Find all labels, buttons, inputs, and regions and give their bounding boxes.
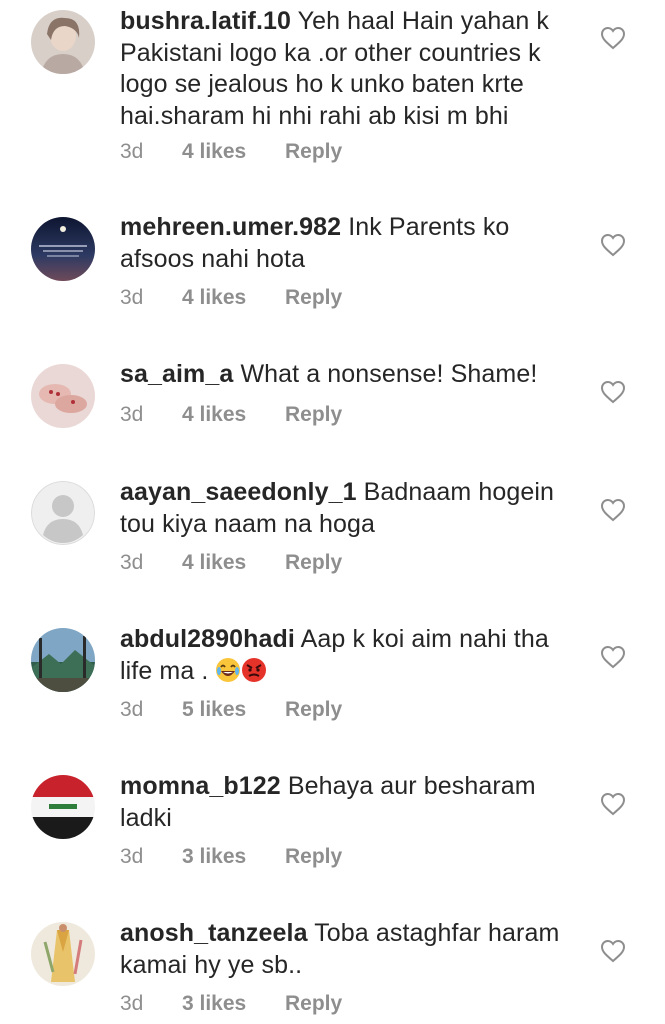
comment-username[interactable]: momna_b122 <box>120 772 281 800</box>
reply-button[interactable]: Reply <box>285 551 342 575</box>
comment-username[interactable]: sa_aim_a <box>120 360 233 388</box>
avatar[interactable] <box>31 628 95 692</box>
heart-icon[interactable] <box>600 645 626 669</box>
comment-likes[interactable]: 5 likes <box>182 698 285 722</box>
comment-likes[interactable]: 3 likes <box>182 845 285 869</box>
comment-time: 3d <box>120 140 144 163</box>
comment-likes[interactable]: 4 likes <box>182 140 285 164</box>
heart-icon[interactable] <box>600 498 626 522</box>
comment-text: momna_b122 Behaya aur besharam ladki <box>120 771 575 834</box>
comment-meta: 3d 5 likes Reply <box>120 698 342 722</box>
avatar[interactable] <box>31 922 95 986</box>
comment-time: 3d <box>120 286 144 309</box>
avatar[interactable] <box>31 481 95 545</box>
heart-icon[interactable] <box>600 380 626 404</box>
comment-body: What a nonsense! Shame! <box>240 360 538 388</box>
comment-likes[interactable]: 4 likes <box>182 286 285 310</box>
heart-icon[interactable] <box>600 792 626 816</box>
reply-button[interactable]: Reply <box>285 992 342 1016</box>
comment-meta: 3d 4 likes Reply <box>120 551 342 575</box>
comment-time: 3d <box>120 698 144 721</box>
comment-likes[interactable]: 4 likes <box>182 551 285 575</box>
comment-meta: 3d 4 likes Reply <box>120 286 342 310</box>
comment-meta: 3d 3 likes Reply <box>120 845 342 869</box>
laughing-tears-emoji <box>215 657 241 683</box>
comment-time: 3d <box>120 551 144 574</box>
comment-time: 3d <box>120 992 144 1015</box>
comment-meta: 3d 4 likes Reply <box>120 140 342 164</box>
heart-icon[interactable] <box>600 26 626 50</box>
comment-text: anosh_tanzeela Toba astaghfar haram kama… <box>120 918 575 981</box>
comment-text: bushra.latif.10 Yeh haal Hain yahan k Pa… <box>120 6 575 132</box>
comment-text: abdul2890hadi Aap k koi aim nahi tha lif… <box>120 624 575 687</box>
heart-icon[interactable] <box>600 233 626 257</box>
reply-button[interactable]: Reply <box>285 845 342 869</box>
comment-meta: 3d 4 likes Reply <box>120 403 342 427</box>
avatar[interactable] <box>31 217 95 281</box>
comment-username[interactable]: mehreen.umer.982 <box>120 213 341 241</box>
reply-button[interactable]: Reply <box>285 698 342 722</box>
comment-likes[interactable]: 3 likes <box>182 992 285 1016</box>
comment-likes[interactable]: 4 likes <box>182 403 285 427</box>
comment-text: sa_aim_a What a nonsense! Shame! <box>120 359 575 391</box>
avatar[interactable] <box>31 364 95 428</box>
comment-time: 3d <box>120 845 144 868</box>
avatar[interactable] <box>31 10 95 74</box>
reply-button[interactable]: Reply <box>285 403 342 427</box>
comment-username[interactable]: bushra.latif.10 <box>120 7 291 35</box>
comment-meta: 3d 3 likes Reply <box>120 992 342 1016</box>
comment-username[interactable]: aayan_saeedonly_1 <box>120 478 357 506</box>
comment-time: 3d <box>120 403 144 426</box>
comment-username[interactable]: abdul2890hadi <box>120 625 295 653</box>
heart-icon[interactable] <box>600 939 626 963</box>
reply-button[interactable]: Reply <box>285 286 342 310</box>
comment-text: aayan_saeedonly_1 Badnaam hogein tou kiy… <box>120 477 575 540</box>
avatar[interactable] <box>31 775 95 839</box>
angry-face-emoji <box>241 657 267 683</box>
comment-username[interactable]: anosh_tanzeela <box>120 919 308 947</box>
reply-button[interactable]: Reply <box>285 140 342 164</box>
comment-text: mehreen.umer.982 Ink Parents ko afsoos n… <box>120 212 575 275</box>
